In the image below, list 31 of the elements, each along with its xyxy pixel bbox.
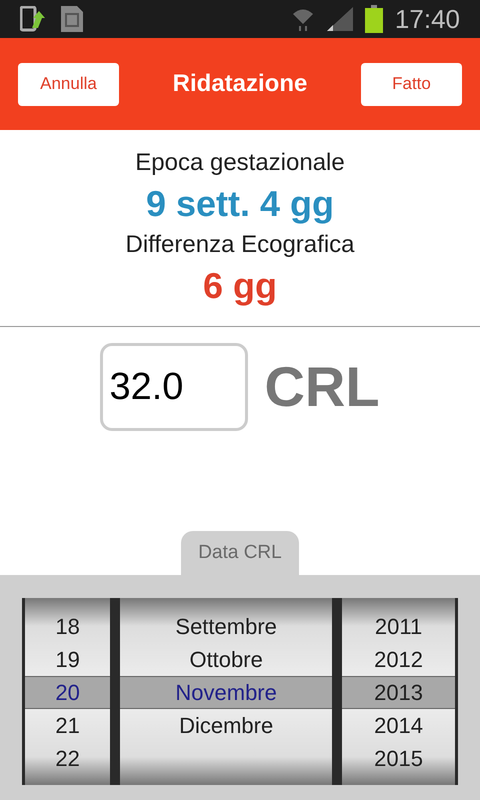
cancel-button[interactable]: Annulla	[18, 62, 119, 106]
summary-label: Differenza Ecografica	[125, 230, 354, 260]
summary-value: 9 sett. 4 gg	[146, 182, 334, 226]
sim-card-icon	[60, 5, 84, 33]
screen-title: Ridatazione	[172, 69, 308, 99]
measure-unit: CRL	[264, 354, 380, 420]
summary-label: Epoca gestazionale	[135, 148, 345, 178]
picker-item[interactable]: 2014	[342, 709, 456, 742]
signal-icon	[326, 7, 353, 31]
picker-wheel[interactable]: 18 19 20 21 22	[25, 598, 110, 785]
battery-icon	[364, 5, 383, 33]
done-button[interactable]: Fatto	[361, 62, 462, 106]
picker-item[interactable]: 21	[25, 709, 110, 742]
measure-field[interactable]: 32.0	[100, 343, 248, 431]
clock: 17:40	[394, 2, 460, 36]
picker-item[interactable]: 20	[25, 676, 110, 709]
summary-value: 6 gg	[202, 264, 277, 308]
picker-item[interactable]: 2013	[342, 676, 456, 709]
picker-item[interactable]: Novembre	[120, 676, 332, 709]
picker-item[interactable]: 2015	[342, 742, 456, 775]
picker-item[interactable]: 18	[25, 610, 110, 643]
phone-arrow-icon	[20, 6, 48, 32]
picker-item[interactable]: 19	[25, 643, 110, 676]
picker-item[interactable]: Dicembre	[120, 709, 332, 742]
picker-item[interactable]: 2011	[342, 610, 456, 643]
picker-item[interactable]: Settembre	[120, 610, 332, 643]
picker-wheel[interactable]: Settembre Ottobre Novembre Dicembre	[120, 598, 332, 785]
picker-item[interactable]: Ottobre	[120, 643, 332, 676]
picker-wheel[interactable]: 2011 2012 2013 2014 2015	[342, 598, 456, 785]
picker-item[interactable]: 22	[25, 742, 110, 775]
picker-item[interactable]: 2012	[342, 643, 456, 676]
